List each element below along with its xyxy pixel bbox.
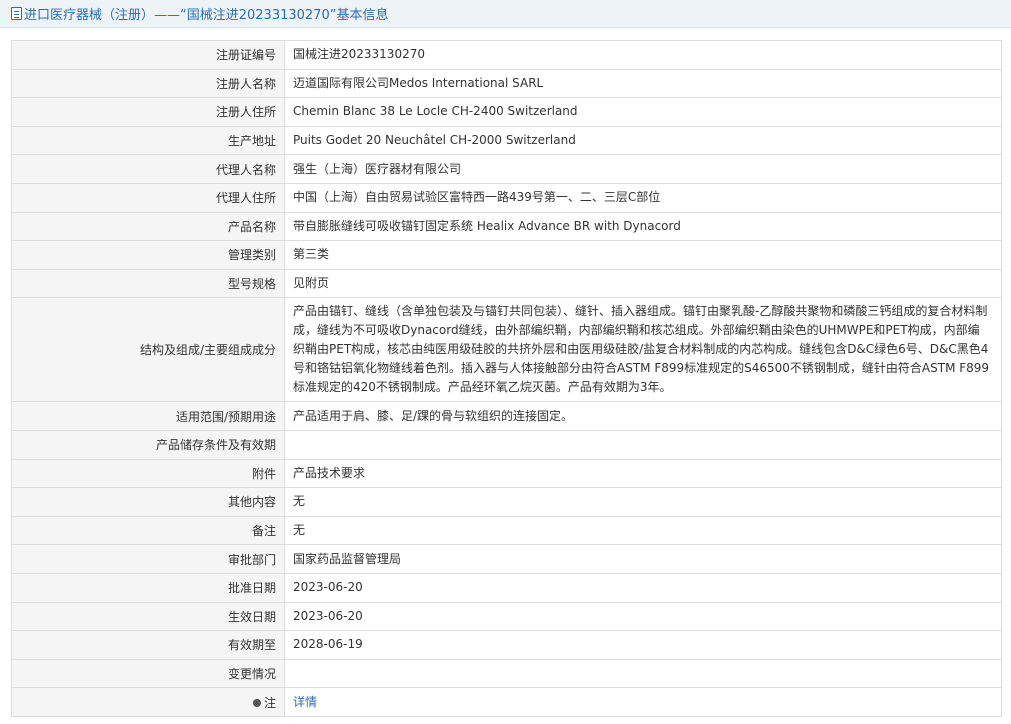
table-row: 生产地址 Puits Godet 20 Neuchâtel CH-2000 Sw… — [11, 125, 1002, 156]
table-row: 有效期至 2028-06-19 — [11, 630, 1002, 660]
table-row: 产品名称 带自膨胀缝线可吸收锚钉固定系统 Healix Advance BR w… — [11, 211, 1002, 242]
row-value: 国械注进20233130270 — [284, 40, 1002, 70]
row-value: 迈道国际有限公司Medos International SARL — [284, 68, 1002, 99]
row-label: 注册人住所 — [11, 97, 285, 127]
row-label: 产品储存条件及有效期 — [11, 429, 285, 460]
table-row: 备注 无 — [11, 515, 1002, 546]
table-row: 注册人住所 Chemin Blanc 38 Le Locle CH-2400 S… — [11, 97, 1002, 127]
row-value: Chemin Blanc 38 Le Locle CH-2400 Switzer… — [284, 97, 1002, 127]
row-label: 注册人名称 — [11, 68, 285, 99]
note-label: 注 — [263, 695, 276, 710]
row-label: 附件 — [11, 458, 285, 489]
note-label-cell: 注 — [11, 687, 285, 717]
row-value: 中国（上海）自由贸易试验区富特西一路439号第一、二、三层C部位 — [284, 182, 1002, 213]
table-row: 型号规格 见附页 — [11, 268, 1002, 299]
row-value: 无 — [284, 515, 1002, 546]
row-value: 无 — [284, 487, 1002, 517]
row-value: 国家药品监督管理局 — [284, 544, 1002, 574]
row-value — [284, 429, 1002, 460]
table-row: 变更情况 — [11, 658, 1002, 689]
row-label: 代理人名称 — [11, 154, 285, 184]
row-value — [284, 658, 1002, 689]
row-label: 管理类别 — [11, 240, 285, 270]
table-row: 产品储存条件及有效期 — [11, 429, 1002, 460]
row-value: 2023-06-20 — [284, 601, 1002, 632]
details-link[interactable]: 详情 — [293, 695, 317, 709]
row-label: 生效日期 — [11, 601, 285, 632]
row-label: 产品名称 — [11, 211, 285, 242]
row-label: 审批部门 — [11, 544, 285, 574]
document-icon — [11, 7, 22, 20]
row-label: 备注 — [11, 515, 285, 546]
row-value: 产品技术要求 — [284, 458, 1002, 489]
table-row: 管理类别 第三类 — [11, 240, 1002, 270]
table-row: 附件 产品技术要求 — [11, 458, 1002, 489]
row-value: 强生（上海）医疗器材有限公司 — [284, 154, 1002, 184]
table-row: 结构及组成/主要组成成分 产品由锚钉、缝线（含单独包装及与锚钉共同包装）、缝针、… — [11, 297, 1002, 403]
table-row: 其他内容 无 — [11, 487, 1002, 517]
table-row: 注册证编号 国械注进20233130270 — [11, 40, 1002, 70]
row-value: 产品由锚钉、缝线（含单独包装及与锚钉共同包装）、缝针、插入器组成。锚钉由聚乳酸-… — [284, 297, 1002, 403]
row-label: 有效期至 — [11, 630, 285, 660]
registration-info-table: 注册证编号 国械注进20233130270 注册人名称 迈道国际有限公司Medo… — [11, 40, 1002, 717]
row-label: 变更情况 — [11, 658, 285, 689]
row-label: 代理人住所 — [11, 182, 285, 213]
row-value: 第三类 — [284, 240, 1002, 270]
row-label: 结构及组成/主要组成成分 — [11, 297, 285, 403]
row-label: 其他内容 — [11, 487, 285, 517]
row-value: 见附页 — [284, 268, 1002, 299]
pin-icon — [252, 698, 261, 707]
page-title: 进口医疗器械（注册）——“国械注进20233130270”基本信息 — [24, 8, 389, 23]
row-label: 型号规格 — [11, 268, 285, 299]
table-row: 注册人名称 迈道国际有限公司Medos International SARL — [11, 68, 1002, 99]
row-label: 注册证编号 — [11, 40, 285, 70]
table-row: 代理人住所 中国（上海）自由贸易试验区富特西一路439号第一、二、三层C部位 — [11, 182, 1002, 213]
table-row: 生效日期 2023-06-20 — [11, 601, 1002, 632]
row-value: 2023-06-20 — [284, 572, 1002, 603]
row-value: 产品适用于肩、膝、足/踝的骨与软组织的连接固定。 — [284, 401, 1002, 431]
table-row: 适用范围/预期用途 产品适用于肩、膝、足/踝的骨与软组织的连接固定。 — [11, 401, 1002, 431]
table-row: 批准日期 2023-06-20 — [11, 572, 1002, 603]
row-value: 2028-06-19 — [284, 630, 1002, 660]
note-value-cell: 详情 — [284, 687, 1002, 717]
row-label: 适用范围/预期用途 — [11, 401, 285, 431]
row-value: Puits Godet 20 Neuchâtel CH-2000 Switzer… — [284, 125, 1002, 156]
note-row: 注 详情 — [11, 687, 1002, 717]
row-label: 生产地址 — [11, 125, 285, 156]
table-row: 审批部门 国家药品监督管理局 — [11, 544, 1002, 574]
row-label: 批准日期 — [11, 572, 285, 603]
page-header: 进口医疗器械（注册）——“国械注进20233130270”基本信息 — [0, 0, 1011, 28]
row-value: 带自膨胀缝线可吸收锚钉固定系统 Healix Advance BR with D… — [284, 211, 1002, 242]
table-row: 代理人名称 强生（上海）医疗器材有限公司 — [11, 154, 1002, 184]
